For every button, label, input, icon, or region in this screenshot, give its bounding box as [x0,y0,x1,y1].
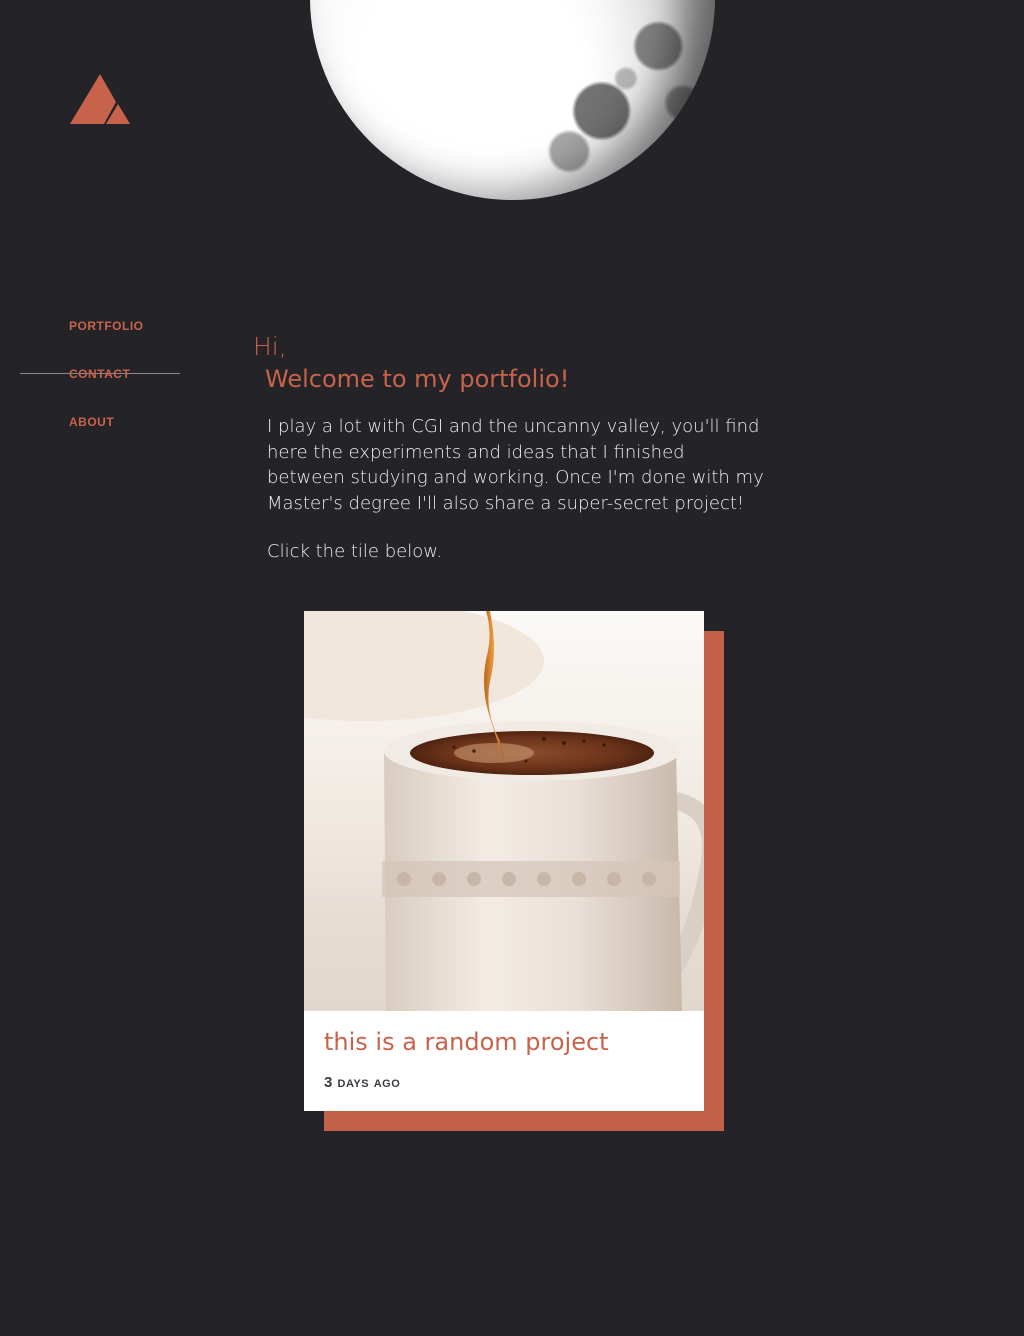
tile-title[interactable]: this is a random project [324,1028,609,1056]
coffee-cup-icon [304,611,704,1011]
portfolio-page: PORTFOLIO CONTACT ABOUT Hi, Welcome to m… [0,0,1024,1336]
page-title: Welcome to my portfolio! [265,365,570,393]
nav-item-portfolio[interactable]: PORTFOLIO [69,318,144,366]
tile-timestamp: 3 days ago [324,1074,401,1091]
main-nav: PORTFOLIO CONTACT ABOUT [69,318,144,462]
nav-item-contact[interactable]: CONTACT [69,366,144,414]
project-tile[interactable]: this is a random project 3 days ago [304,611,704,1111]
tile-hint: Click the tile below. [267,541,443,562]
coffee-cup-image[interactable] [304,611,704,1011]
intro-paragraph: I play a lot with CGI and the uncanny va… [267,416,764,514]
moon-image [310,0,715,200]
logo-icon[interactable] [70,74,130,126]
tile-caption: this is a random project 3 days ago [304,1011,704,1111]
greeting: Hi, [253,332,287,361]
nav-item-about[interactable]: ABOUT [69,414,144,462]
